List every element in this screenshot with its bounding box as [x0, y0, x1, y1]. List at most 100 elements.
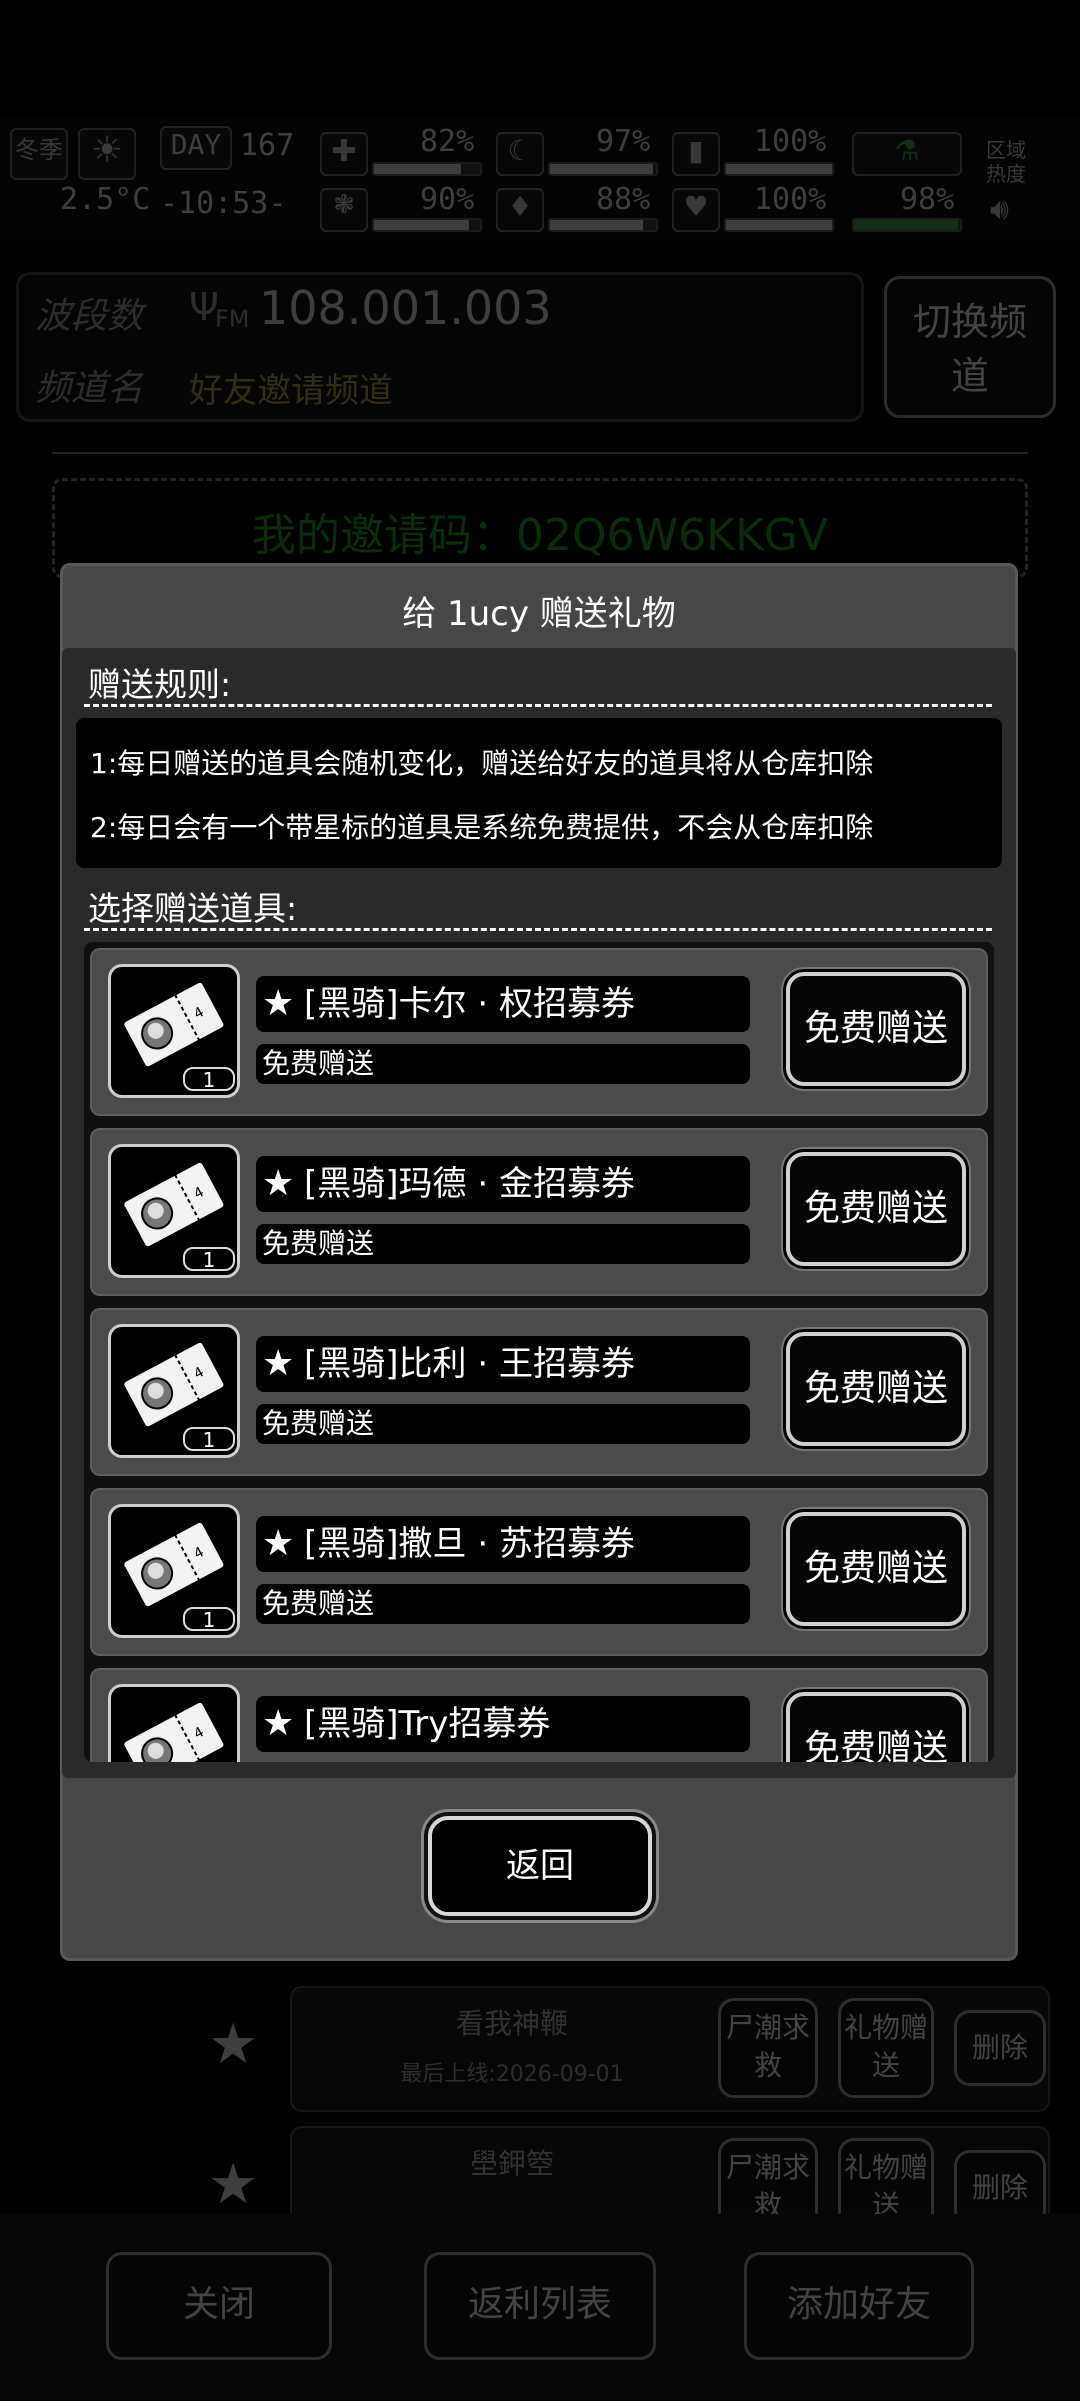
- dialog-title: 给 1ucy 赠送礼物: [402, 594, 676, 634]
- item-quantity: 1: [183, 1247, 235, 1271]
- switch-channel-button[interactable]: 切换频道: [884, 276, 1056, 418]
- star-icon: ★: [262, 983, 295, 1024]
- radio-panel: 波段数 Ψ FM 108.001.003 频道名 好友邀请频道: [16, 272, 864, 422]
- rules-title: 赠送规则:: [88, 665, 232, 704]
- divider-arrows: [52, 452, 1028, 454]
- health-bar: [372, 162, 482, 176]
- item-name-bar: ★ [黑骑]Try招募券: [256, 1696, 750, 1752]
- hunger-pct: 97%: [596, 124, 651, 159]
- thirst-pct: 100%: [754, 124, 827, 159]
- rule-1: 1:每日赠送的道具会随机变化，赠送给好友的道具将从仓库扣除: [90, 747, 874, 780]
- day-badge: DAY: [160, 126, 232, 170]
- free-gift-button[interactable]: 免费赠送: [786, 1512, 966, 1626]
- free-gift-button[interactable]: 免费赠送: [786, 972, 966, 1086]
- friend-name: 壆鉀箜: [469, 2147, 554, 2180]
- frequency: 108.001.003: [259, 281, 552, 335]
- day-count: 167: [240, 128, 295, 163]
- water-pct: 88%: [596, 182, 651, 217]
- hunger-bar: [548, 162, 658, 176]
- medkit-icon: ✚: [320, 132, 368, 176]
- back-button[interactable]: 返回: [428, 1816, 652, 1916]
- item-quantity: 1: [183, 1067, 235, 1091]
- gift-item-row: 41★[黑骑]Try招募券免费赠送免费赠送: [90, 1668, 988, 1762]
- rebate-list-button[interactable]: 返利列表: [424, 2252, 656, 2360]
- free-gift-button[interactable]: 免费赠送: [786, 1152, 966, 1266]
- gift-button[interactable]: 礼物赠送: [838, 1998, 934, 2098]
- rule-2: 2:每日会有一个带星标的道具是系统免费提供，不会从仓库扣除: [90, 811, 874, 844]
- channel-name: 好友邀请频道: [189, 371, 393, 411]
- star-icon: ★: [262, 1343, 295, 1384]
- water-bar: [548, 218, 658, 232]
- rules-divider: [84, 704, 992, 707]
- water-drop-icon: ♦: [496, 188, 544, 232]
- close-button[interactable]: 关闭: [106, 2252, 332, 2360]
- thirst-bar: [724, 162, 834, 176]
- item-name: [黑骑]Try招募券: [304, 1704, 551, 1744]
- list-item: ★ 壆鉀箜 尸潮求救 礼物赠送 删除: [208, 2126, 1050, 2228]
- gift-item-row: 4 1 ★ [黑骑]卡尔 · 权招募券 免费赠送 免费赠送: [90, 948, 988, 1116]
- item-sub-bar: 免费赠送: [256, 1584, 750, 1624]
- stomach-icon: ☾: [496, 132, 544, 176]
- item-name-bar: ★ [黑骑]比利 · 王招募券: [256, 1336, 750, 1392]
- ticket-icon: 41: [108, 964, 240, 1098]
- list-item: ★ 看我神鞭 最后上线:2026-09-01 尸潮求救 礼物赠送 删除: [208, 1986, 1050, 2112]
- delete-button[interactable]: 删除: [954, 2010, 1046, 2086]
- free-gift-button[interactable]: 免费赠送: [786, 1332, 966, 1446]
- friend-name: 看我神鞭: [455, 2007, 568, 2040]
- star-icon[interactable]: ★: [208, 2012, 258, 2077]
- brain-icon: ❃: [320, 188, 368, 232]
- zombie-help-button[interactable]: 尸潮求救: [718, 1998, 818, 2098]
- flask-pct: 98%: [900, 182, 955, 217]
- invite-code: 我的邀请码：02Q6W6KKGV: [251, 510, 829, 561]
- star-icon: ★: [262, 1163, 295, 1204]
- item-name-bar: ★ [黑骑]撒旦 · 苏招募券: [256, 1516, 750, 1572]
- flask-bar: [852, 218, 962, 232]
- temperature: 2.5°C: [60, 182, 151, 217]
- ticket-icon: 41: [108, 1324, 240, 1458]
- item-name: [黑骑]卡尔 · 权招募券: [304, 984, 635, 1024]
- heart-icon: ♥: [672, 188, 720, 232]
- flask-icon: ⚗: [852, 132, 962, 176]
- heart-pct: 100%: [754, 182, 827, 217]
- ticket-icon: 41: [108, 1684, 240, 1762]
- select-items-title: 选择赠送道具:: [88, 889, 298, 928]
- item-name-bar: ★ [黑骑]卡尔 · 权招募券: [256, 976, 750, 1032]
- weather-icon: 冬季: [10, 128, 68, 180]
- last-online: 最后上线:2026-09-01: [400, 2062, 624, 2087]
- star-icon: ★: [262, 1523, 295, 1564]
- gift-item-row: 4 1 ★ [黑骑]玛德 · 金招募券 免费赠送 免费赠送: [90, 1128, 988, 1296]
- item-quantity: 1: [183, 1607, 235, 1631]
- item-name: [黑骑]比利 · 王招募券: [304, 1344, 635, 1384]
- gift-item-row: 4 1 ★ [黑骑]撒旦 · 苏招募券 免费赠送 免费赠送: [90, 1488, 988, 1656]
- dialog-content: 赠送规则: 1:每日赠送的道具会随机变化，赠送给好友的道具将从仓库扣除 2:每日…: [62, 648, 1016, 1778]
- item-sub-bar: 免费赠送: [256, 1044, 750, 1084]
- bottle-icon: ▮: [672, 132, 720, 176]
- sun-icon: ☀: [78, 128, 136, 180]
- gift-item-row: 4 1 ★ [黑骑]比利 · 王招募券 免费赠送 免费赠送: [90, 1308, 988, 1476]
- brain-pct: 90%: [420, 182, 475, 217]
- status-bar: 冬季 ☀ 2.5°C DAY 167 -10:53- ✚ 82% ❃ 90% ☾…: [0, 118, 1080, 240]
- select-divider: [84, 928, 992, 931]
- ticket-icon: 41: [108, 1504, 240, 1638]
- speaker-icon[interactable]: 🔊︎: [990, 192, 1009, 227]
- item-quantity: 1: [183, 1427, 235, 1451]
- ticket-icon: 41: [108, 1144, 240, 1278]
- add-friend-button[interactable]: 添加好友: [744, 2252, 974, 2360]
- item-name: [黑骑]玛德 · 金招募券: [304, 1164, 635, 1204]
- free-gift-button[interactable]: 免费赠送: [786, 1692, 966, 1762]
- star-icon[interactable]: ★: [208, 2152, 258, 2217]
- zone-heat-label: 区域热度: [986, 138, 1026, 186]
- star-icon: ★: [262, 1703, 295, 1744]
- channel-label: 频道名: [35, 368, 144, 409]
- item-name-bar: ★ [黑骑]玛德 · 金招募券: [256, 1156, 750, 1212]
- brain-bar: [372, 218, 482, 232]
- rules-box: 1:每日赠送的道具会随机变化，赠送给好友的道具将从仓库扣除 2:每日会有一个带星…: [76, 718, 1002, 868]
- item-sub-bar: 免费赠送: [256, 1404, 750, 1444]
- item-sub-bar: 免费赠送: [256, 1224, 750, 1264]
- fm-label: FM: [215, 305, 250, 333]
- heart-bar: [724, 218, 834, 232]
- health-pct: 82%: [420, 124, 475, 159]
- band-label: 波段数: [35, 296, 144, 337]
- gift-item-list[interactable]: 4 1 ★ [黑骑]卡尔 · 权招募券 免费赠送 免费赠送 4 1 ★ [黑骑]玛德 · 金招募券…: [84, 942, 994, 1762]
- item-name: [黑骑]撒旦 · 苏招募券: [304, 1524, 635, 1564]
